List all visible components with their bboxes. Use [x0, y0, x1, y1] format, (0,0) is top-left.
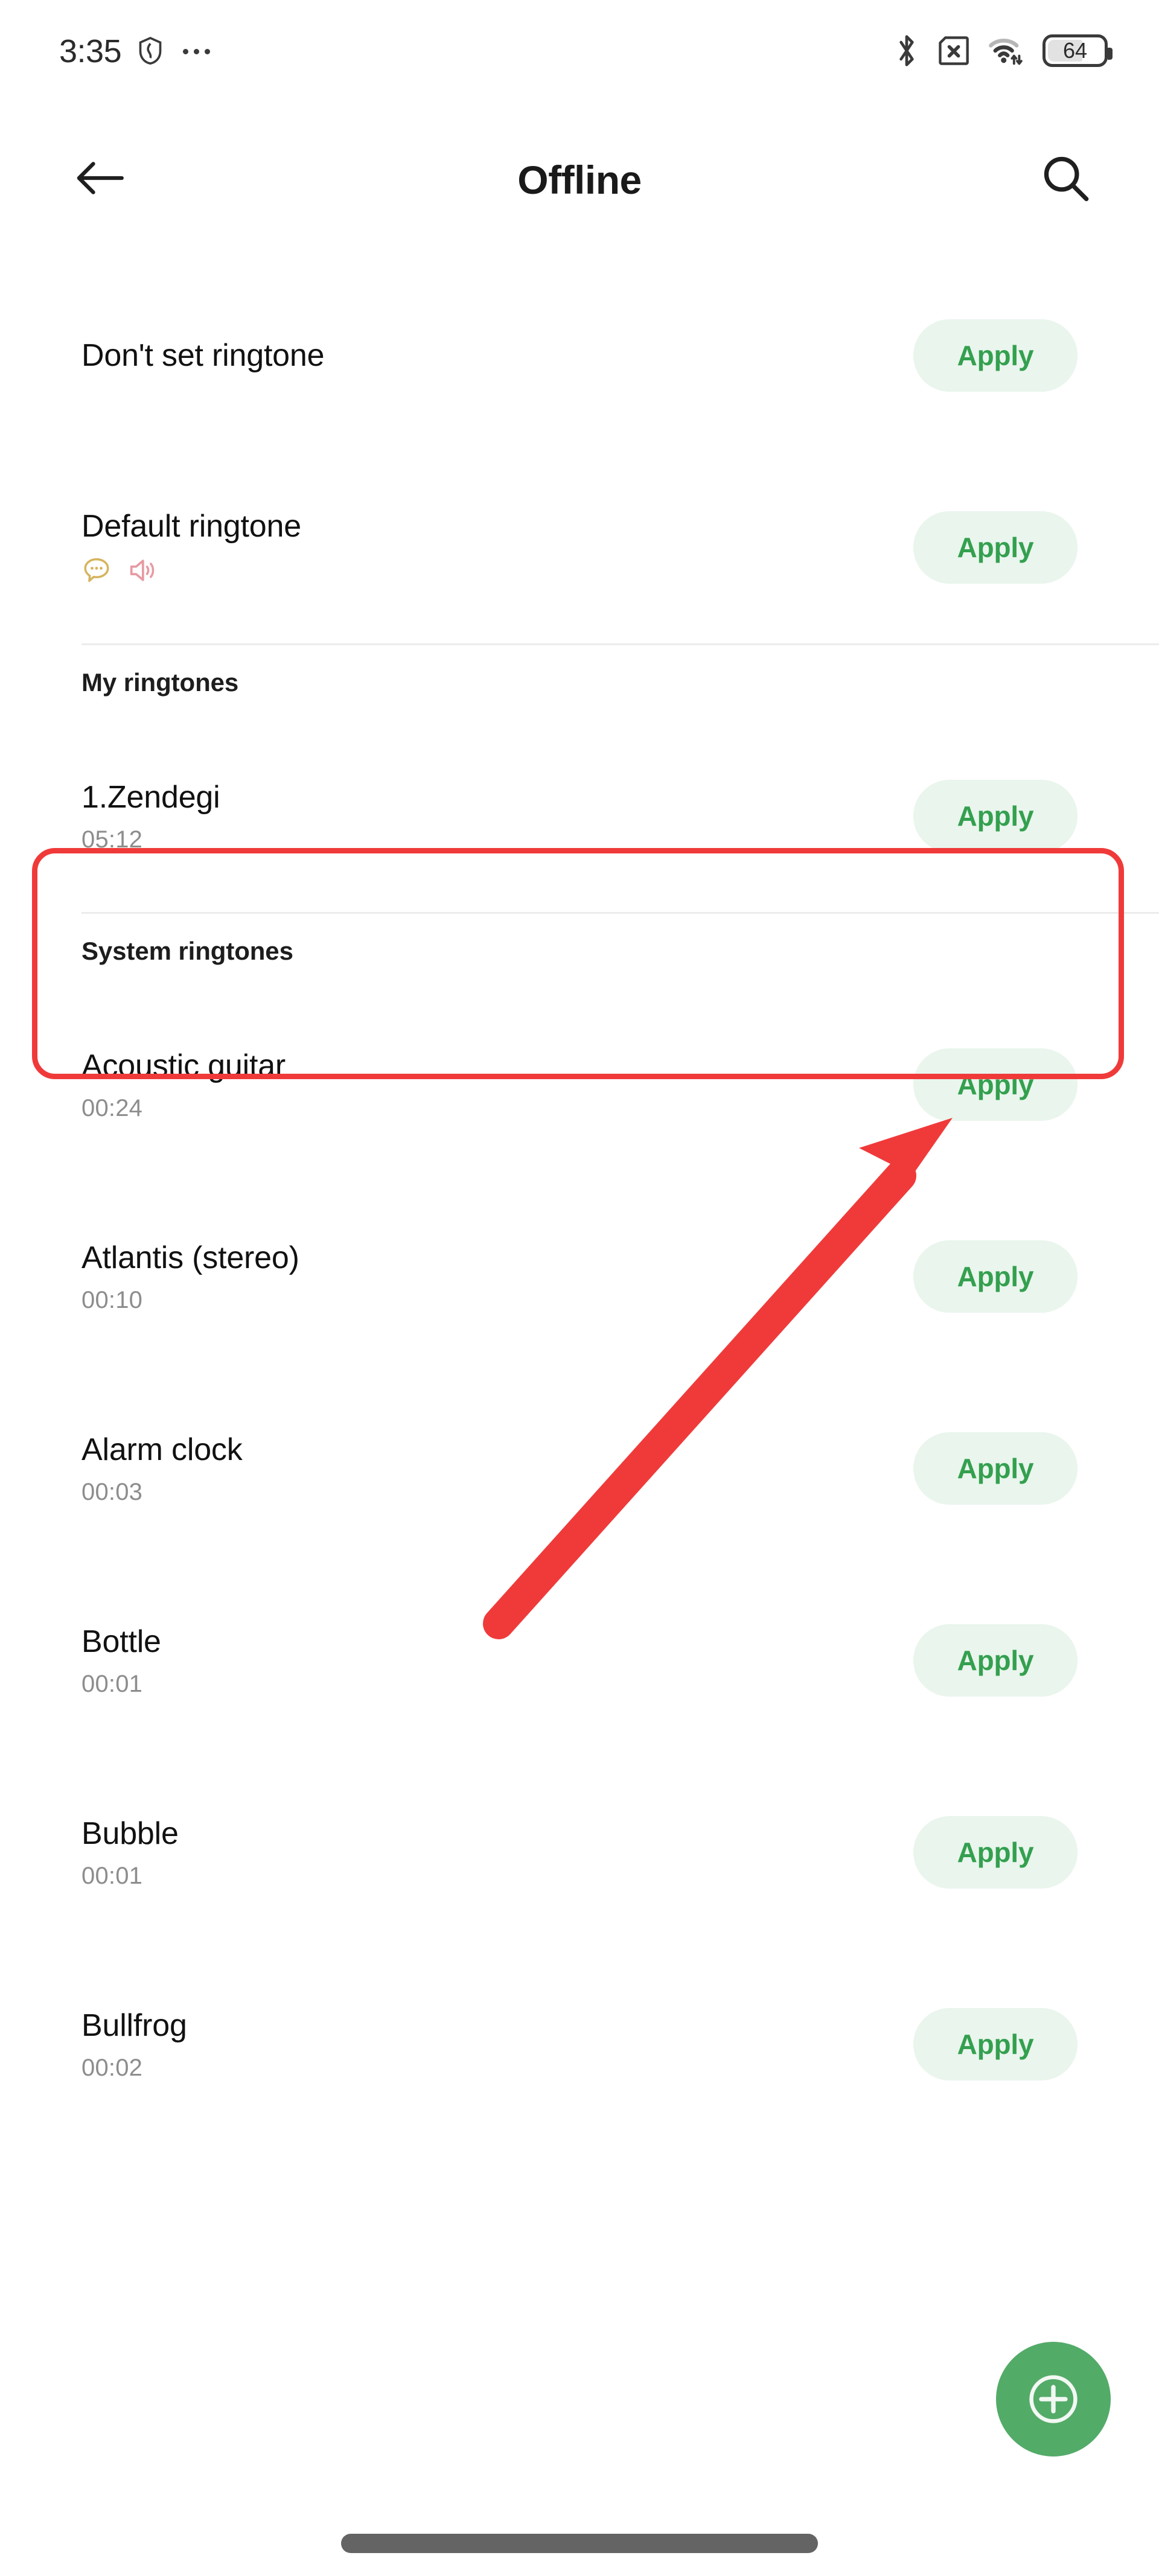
list-item-texts: Bullfrog 00:02: [81, 2009, 913, 2080]
phone-screen: 3:35 64 Offline Don't set ringtone Apply…: [0, 0, 1159, 2576]
apply-button[interactable]: Apply: [913, 319, 1078, 392]
section-header-label: My ringtones: [81, 668, 239, 697]
apply-button[interactable]: Apply: [913, 1624, 1078, 1697]
sim-card-off-icon: [939, 36, 969, 65]
list-item-badges: [81, 555, 913, 585]
list-item-texts: Default ringtone: [81, 509, 913, 585]
add-ringtone-fab[interactable]: [996, 2342, 1111, 2456]
section-header-my-ringtones: My ringtones: [0, 645, 1159, 720]
list-item-duration: 00:03: [81, 1479, 143, 1506]
bluetooth-icon: [899, 35, 914, 66]
list-item-duration: 00:02: [81, 2055, 143, 2082]
list-item-title: Acoustic guitar: [81, 1048, 286, 1083]
list-item[interactable]: Bubble 00:01 Apply: [0, 1756, 1159, 1948]
list-item-texts: Acoustic guitar 00:24: [81, 1049, 913, 1120]
status-bar: 3:35 64: [0, 0, 1159, 97]
list-item-texts: 1.Zendegi 05:12: [81, 780, 913, 852]
list-item-title: Bubble: [81, 1816, 179, 1851]
list-item-texts: Atlantis (stereo) 00:10: [81, 1241, 913, 1312]
ringtone-list: Don't set ringtone Apply Default rington…: [0, 260, 1159, 2140]
apply-button[interactable]: Apply: [913, 1048, 1078, 1121]
list-item[interactable]: Bullfrog 00:02 Apply: [0, 1948, 1159, 2140]
list-item-title: Alarm clock: [81, 1432, 243, 1467]
list-item[interactable]: Bottle 00:01 Apply: [0, 1564, 1159, 1756]
battery-percent: 64: [1062, 38, 1088, 63]
list-item[interactable]: Default ringtone Apply: [0, 451, 1159, 643]
apply-button-label: Apply: [957, 1069, 1034, 1100]
apply-button[interactable]: Apply: [913, 2008, 1078, 2080]
list-item-texts: Don't set ringtone: [81, 339, 913, 372]
list-item-texts: Bottle 00:01: [81, 1625, 913, 1696]
apply-button[interactable]: Apply: [913, 1432, 1078, 1505]
apply-button[interactable]: Apply: [913, 780, 1078, 852]
apply-button[interactable]: Apply: [913, 1240, 1078, 1313]
apply-button-label: Apply: [957, 1645, 1034, 1676]
search-button[interactable]: [1032, 145, 1099, 211]
section-header-label: System ringtones: [81, 937, 293, 965]
message-bubble-icon: [84, 558, 109, 582]
list-item[interactable]: Atlantis (stereo) 00:10 Apply: [0, 1181, 1159, 1372]
apply-button-label: Apply: [957, 1261, 1034, 1292]
apply-button[interactable]: Apply: [913, 511, 1078, 584]
speaker-icon: [130, 560, 155, 581]
apply-button-label: Apply: [957, 2029, 1034, 2060]
apply-button-label: Apply: [957, 1837, 1034, 1868]
list-item-texts: Bubble 00:01: [81, 1817, 913, 1888]
status-time: 3:35: [59, 33, 122, 69]
apply-button-label: Apply: [957, 532, 1034, 563]
page-title: Offline: [517, 158, 642, 202]
list-item-duration: 00:01: [81, 1671, 143, 1698]
list-item-duration: 00:10: [81, 1287, 143, 1314]
apply-button-label: Apply: [957, 800, 1034, 832]
list-item-title: Default ringtone: [81, 508, 301, 544]
battery-icon: 64: [1042, 34, 1113, 67]
app-bar: Offline: [0, 128, 1159, 225]
add-circle-icon: [1029, 2375, 1078, 2423]
list-item-texts: Alarm clock 00:03: [81, 1433, 913, 1504]
status-bar-right: 64: [895, 34, 1113, 68]
list-item-title: Don't set ringtone: [81, 337, 325, 373]
list-item-duration: 00:01: [81, 1863, 143, 1890]
apply-button-label: Apply: [957, 340, 1034, 371]
list-item-title: Bottle: [81, 1624, 161, 1659]
search-icon: [1044, 156, 1089, 202]
list-item-duration: 00:24: [81, 1095, 143, 1122]
list-item[interactable]: Don't set ringtone Apply: [0, 260, 1159, 451]
list-item-duration: 05:12: [81, 826, 143, 853]
status-bar-left: 3:35: [59, 33, 211, 69]
apply-button[interactable]: Apply: [913, 1816, 1078, 1889]
wifi-icon: [989, 39, 1023, 65]
shield-icon: [139, 36, 162, 65]
list-item[interactable]: 1.Zendegi 05:12 Apply: [0, 720, 1159, 912]
list-item-title: 1.Zendegi: [81, 779, 220, 815]
list-item-title: Bullfrog: [81, 2007, 187, 2043]
list-item-title: Atlantis (stereo): [81, 1240, 299, 1275]
more-dots-icon: [183, 48, 211, 54]
apply-button-label: Apply: [957, 1453, 1034, 1484]
list-item[interactable]: Acoustic guitar 00:24 Apply: [0, 989, 1159, 1181]
section-header-system-ringtones: System ringtones: [0, 914, 1159, 989]
list-item[interactable]: Alarm clock 00:03 Apply: [0, 1372, 1159, 1564]
home-indicator[interactable]: [341, 2534, 818, 2553]
